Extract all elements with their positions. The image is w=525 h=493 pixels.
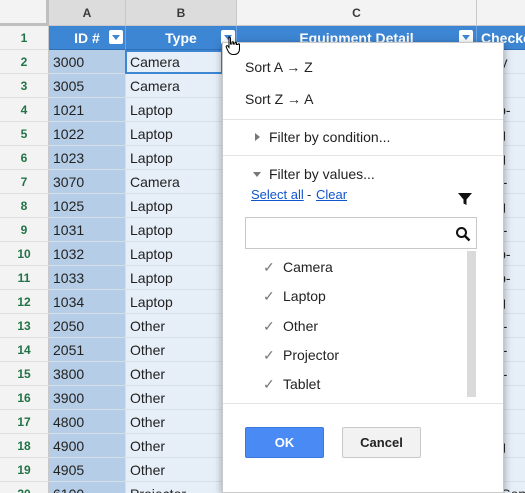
menu-divider — [223, 155, 503, 156]
sort-z-a-item[interactable]: Sort Z → A — [223, 91, 503, 107]
check-icon: ✓ — [263, 259, 275, 275]
check-icon: ✓ — [263, 376, 275, 392]
cell-id[interactable]: 1025 — [49, 194, 126, 218]
cell-id[interactable]: 2050 — [49, 314, 126, 338]
cancel-button[interactable]: Cancel — [342, 427, 421, 458]
row-number[interactable]: 3 — [0, 74, 49, 98]
value-list-scrollbar[interactable] — [467, 251, 476, 397]
cell-id[interactable]: 1034 — [49, 290, 126, 314]
row-number[interactable]: 19 — [0, 458, 49, 482]
value-option-camera[interactable]: ✓ Camera — [263, 255, 333, 279]
check-icon: ✓ — [263, 347, 275, 363]
cell-type[interactable]: Laptop — [126, 218, 237, 242]
cell-id[interactable]: 3070 — [49, 170, 126, 194]
cell-id[interactable]: 1032 — [49, 242, 126, 266]
select-all-link[interactable]: Select all — [251, 187, 304, 202]
cell-type[interactable]: Projector — [126, 482, 237, 493]
filter-dropdown: Sort A → Z Sort Z → A Filter by conditio… — [222, 42, 504, 493]
row-number[interactable]: 13 — [0, 314, 49, 338]
row-number[interactable]: 5 — [0, 122, 49, 146]
value-option-projector[interactable]: ✓ Projector — [263, 343, 339, 367]
check-icon: ✓ — [263, 288, 275, 304]
cell-type[interactable]: Other — [126, 314, 237, 338]
cell-id[interactable]: 1031 — [49, 218, 126, 242]
cell-type[interactable]: Other — [126, 386, 237, 410]
cell-id[interactable]: 4800 — [49, 410, 126, 434]
ok-button[interactable]: OK — [245, 427, 324, 458]
row-number[interactable]: 11 — [0, 266, 49, 290]
row-number[interactable]: 16 — [0, 386, 49, 410]
filter-icon — [458, 193, 472, 205]
cell-id[interactable]: 4905 — [49, 458, 126, 482]
cell-id[interactable]: 1023 — [49, 146, 126, 170]
link-separator: - — [307, 187, 312, 202]
menu-divider — [223, 403, 503, 404]
cell-type[interactable]: Laptop — [126, 194, 237, 218]
row-number[interactable]: 8 — [0, 194, 49, 218]
cell-type[interactable]: Laptop — [126, 266, 237, 290]
select-all-corner[interactable] — [0, 0, 49, 26]
check-icon: ✓ — [263, 318, 275, 334]
cell-type[interactable]: Other — [126, 434, 237, 458]
column-header-b[interactable]: B — [126, 0, 237, 26]
column-header-d[interactable] — [477, 0, 525, 26]
row-number[interactable]: 17 — [0, 410, 49, 434]
filter-by-condition-item[interactable]: Filter by condition... — [223, 129, 503, 145]
menu-divider — [223, 119, 503, 120]
value-search-box — [245, 217, 477, 249]
sort-a-z-item[interactable]: Sort A → Z — [223, 59, 503, 75]
cell-type[interactable]: Camera — [126, 74, 237, 98]
cell-id[interactable]: 3005 — [49, 74, 126, 98]
row-number[interactable]: 9 — [0, 218, 49, 242]
cell-type[interactable]: Camera — [126, 50, 237, 74]
row-number[interactable]: 2 — [0, 50, 49, 74]
cell-type[interactable]: Laptop — [126, 98, 237, 122]
search-icon[interactable] — [455, 226, 471, 242]
row-number[interactable]: 15 — [0, 362, 49, 386]
cell-id[interactable]: 1021 — [49, 98, 126, 122]
cell-id[interactable]: 4900 — [49, 434, 126, 458]
row-number[interactable]: 10 — [0, 242, 49, 266]
value-option-tablet[interactable]: ✓ Tablet — [263, 372, 320, 396]
cell-id[interactable]: 1022 — [49, 122, 126, 146]
row-number[interactable]: 6 — [0, 146, 49, 170]
row-number[interactable]: 12 — [0, 290, 49, 314]
cell-id[interactable]: 3000 — [49, 50, 126, 74]
cell-type[interactable]: Other — [126, 410, 237, 434]
filter-by-values-item[interactable]: Filter by values... — [223, 166, 503, 182]
cell-type[interactable]: Other — [126, 458, 237, 482]
row-number[interactable]: 4 — [0, 98, 49, 122]
cell-type[interactable]: Other — [126, 362, 237, 386]
cell-id[interactable]: 3800 — [49, 362, 126, 386]
value-option-other[interactable]: ✓ Other — [263, 314, 318, 338]
column-header-c[interactable]: C — [237, 0, 477, 26]
filter-button-id[interactable] — [109, 30, 123, 44]
hand-cursor-icon — [225, 36, 240, 55]
cell-type[interactable]: Laptop — [126, 122, 237, 146]
clear-link[interactable]: Clear — [316, 187, 347, 202]
cell-type[interactable]: Laptop — [126, 290, 237, 314]
row-number[interactable]: 20 — [0, 482, 49, 493]
value-option-laptop[interactable]: ✓ Laptop — [263, 284, 326, 308]
row-number[interactable]: 18 — [0, 434, 49, 458]
column-header-a[interactable]: A — [49, 0, 126, 26]
cell-type[interactable]: Laptop — [126, 242, 237, 266]
row-number[interactable]: 7 — [0, 170, 49, 194]
row-number[interactable]: 14 — [0, 338, 49, 362]
cell-id[interactable]: 1033 — [49, 266, 126, 290]
value-search-input[interactable] — [246, 218, 446, 248]
cell-type[interactable]: Other — [126, 338, 237, 362]
cell-id[interactable]: 2051 — [49, 338, 126, 362]
cell-id[interactable]: 6100 — [49, 482, 126, 493]
row-number[interactable]: 1 — [0, 26, 49, 50]
cell-id[interactable]: 3900 — [49, 386, 126, 410]
cell-type[interactable]: Laptop — [126, 146, 237, 170]
value-list: ✓ Camera ✓ Laptop ✓ Other ✓ Projector ✓ … — [245, 251, 477, 397]
cell-type[interactable]: Camera — [126, 170, 237, 194]
